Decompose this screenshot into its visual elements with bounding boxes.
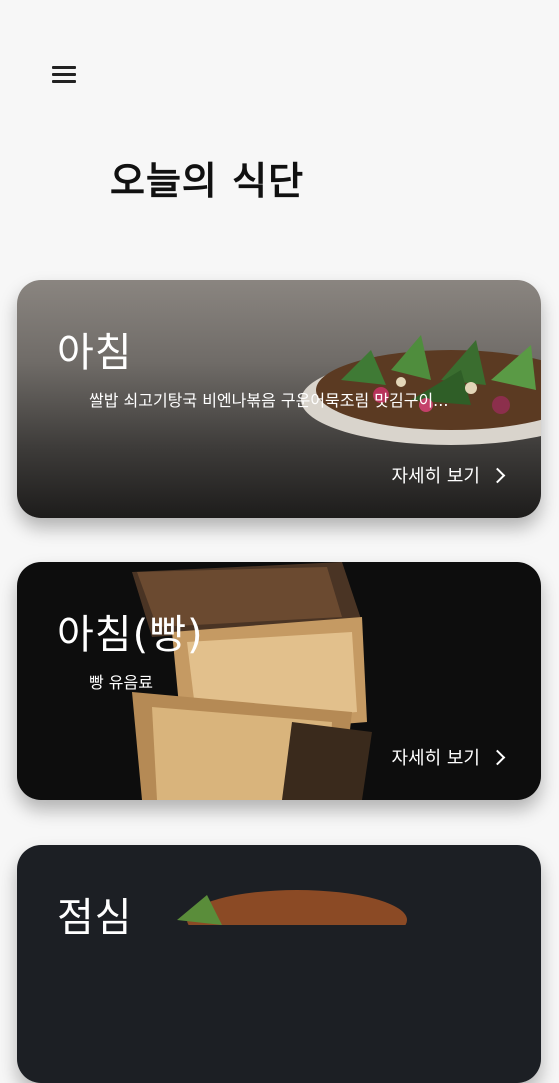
detail-link-label: 자세히 보기 — [391, 466, 480, 487]
detail-link[interactable]: 자세히 보기 — [391, 744, 506, 770]
chevron-right-icon — [489, 467, 506, 483]
meal-card-breakfast[interactable]: 아침 쌀밥 쇠고기탕국 비엔나볶음 구운어묵조림 맛김구이... 자세히 보기 — [17, 280, 541, 518]
meal-menu-text: 쌀밥 쇠고기탕국 비엔나볶음 구운어묵조림 맛김구이... — [89, 391, 449, 410]
meal-card-breakfast-bread[interactable]: 아침(빵) 빵 유음료 자세히 보기 — [17, 562, 541, 800]
salad-bowl-image — [301, 335, 541, 445]
meal-title: 아침(빵) — [57, 612, 204, 658]
hamburger-menu-icon[interactable] — [52, 64, 78, 86]
meal-title: 아침 — [57, 330, 133, 376]
page-title: 오늘의 식단 — [110, 159, 305, 203]
chevron-right-icon — [489, 749, 506, 765]
meal-title: 점심 — [57, 895, 133, 941]
meal-menu-text: 빵 유음료 — [89, 673, 153, 692]
lunch-food-image — [177, 890, 407, 925]
meal-card-lunch[interactable]: 점심 — [17, 845, 541, 1083]
detail-link-label: 자세히 보기 — [391, 748, 480, 769]
detail-link[interactable]: 자세히 보기 — [391, 462, 506, 488]
